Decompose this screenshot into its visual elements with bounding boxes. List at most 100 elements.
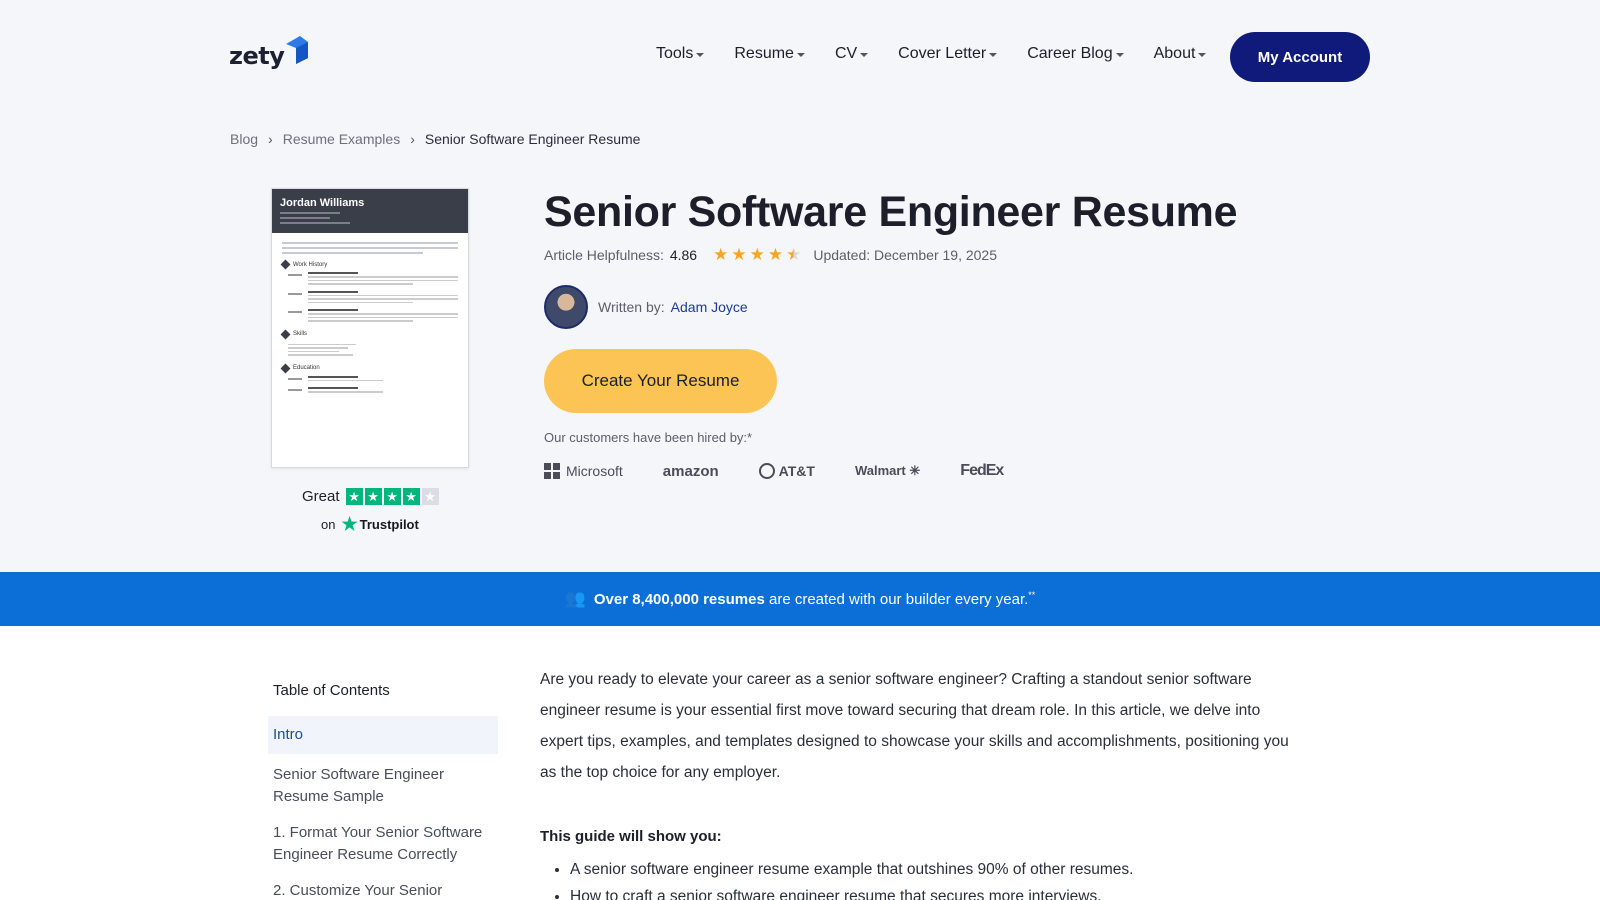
resume-preview-contact-line	[280, 212, 340, 214]
star-icon: ★	[383, 488, 401, 505]
nav-resume-label: Resume	[734, 45, 794, 62]
fedex-logo: FedEx	[960, 462, 1004, 479]
nav-about-label: About	[1153, 45, 1196, 62]
resume-preview-entry	[288, 375, 458, 384]
att-logo: AT&T	[758, 463, 815, 479]
att-label: AT&T	[778, 463, 815, 479]
half-star-icon: ★	[786, 245, 802, 264]
toc-item-format[interactable]: 1. Format Your Senior Software Engineer …	[268, 822, 498, 866]
helpfulness-label: Article Helpfulness:	[544, 246, 664, 263]
resume-preview-entry	[288, 309, 458, 324]
logo-text: zety	[229, 42, 285, 70]
diamond-icon	[280, 363, 291, 373]
chevron-right-icon: ›	[268, 131, 273, 147]
written-by-label: Written by:	[598, 299, 665, 315]
resume-preview-section-label: Work History	[293, 261, 328, 268]
guide-title: This guide will show you:	[540, 828, 722, 845]
amazon-logo: amazon	[662, 462, 719, 480]
intro-paragraph: Are you ready to elevate your career as …	[540, 671, 1289, 781]
diamond-icon	[280, 329, 291, 339]
resume-preview-entry	[288, 342, 458, 358]
banner-text: Over 8,400,000 resumes are created with …	[594, 590, 1035, 608]
guide-list-item: A senior software engineer resume exampl…	[570, 856, 1133, 883]
microsoft-logo: Microsoft	[544, 463, 623, 479]
nav-cover-letter-label: Cover Letter	[898, 45, 987, 62]
nav-cv-label: CV	[834, 45, 858, 62]
resume-preview-section-label: Education	[293, 365, 320, 371]
resume-preview-entry	[288, 387, 458, 395]
zety-logo[interactable]: zety	[229, 36, 309, 70]
att-globe-icon	[758, 463, 775, 479]
star-icon: ★	[749, 245, 765, 264]
resume-preview-section: Education	[280, 363, 458, 373]
star-icon: ★	[345, 488, 363, 505]
article-body: Table of Contents Intro Senior Software …	[0, 626, 1600, 900]
nav-tools[interactable]: Tools	[656, 45, 705, 63]
trustpilot-label: Great	[302, 488, 340, 505]
guide-list-item: How to craft a senior software engineer …	[570, 883, 1133, 900]
walmart-label: Walmart	[854, 463, 906, 478]
toc-item-customize[interactable]: 2. Customize Your Senior	[268, 880, 498, 900]
nav-career-blog-label: Career Blog	[1027, 45, 1113, 62]
chevron-down-icon	[989, 53, 998, 57]
logo-mark-icon	[286, 36, 309, 64]
nav-career-blog[interactable]: Career Blog	[1027, 45, 1124, 63]
resume-preview-text-line	[282, 247, 458, 249]
breadcrumb-current: Senior Software Engineer Resume	[424, 131, 641, 147]
chevron-down-icon	[860, 53, 869, 57]
helpfulness-score: 4.86	[669, 246, 698, 263]
star-icon: ★	[421, 488, 439, 505]
guide-list: A senior software engineer resume exampl…	[570, 856, 1133, 900]
toc-item-sample[interactable]: Senior Software Engineer Resume Sample	[268, 764, 498, 808]
author-link[interactable]: Adam Joyce	[671, 299, 748, 315]
diamond-icon	[280, 259, 291, 270]
employer-logos: Microsoft amazon AT&T Walmart ✳ FedEx	[544, 462, 1004, 480]
create-resume-button[interactable]: Create Your Resume	[544, 349, 777, 413]
star-icon: ★	[767, 245, 784, 264]
microsoft-icon	[544, 463, 560, 479]
my-account-button[interactable]: My Account	[1230, 32, 1370, 82]
updated-date: Updated: December 19, 2025	[813, 246, 998, 263]
article-helpfulness: Article Helpfulness: 4.86 ★ ★ ★ ★ ★ Upda…	[544, 246, 997, 263]
resume-preview-entry	[288, 272, 458, 287]
resume-preview-text-line	[282, 252, 423, 254]
stats-banner: 👥 Over 8,400,000 resumes are created wit…	[0, 572, 1600, 626]
resume-preview-image[interactable]: Jordan Williams Work History Skills Educ…	[271, 188, 469, 468]
trustpilot-on: on	[321, 516, 336, 532]
resume-preview-body: Work History Skills Education	[272, 233, 468, 401]
star-icon: ★	[402, 488, 420, 505]
rating-stars[interactable]: ★ ★ ★ ★ ★	[713, 246, 801, 263]
toc-title: Table of Contents	[273, 682, 390, 699]
star-icon: ★	[364, 488, 382, 505]
star-icon: ★	[731, 245, 747, 264]
trustpilot-logo[interactable]: ★ Trustpilot	[341, 515, 418, 533]
nav-about[interactable]: About	[1154, 45, 1207, 63]
resume-preview-header: Jordan Williams	[272, 189, 468, 233]
resume-preview-section-label: Skills	[293, 331, 308, 337]
walmart-spark-icon: ✳	[909, 463, 921, 478]
toc-item-intro[interactable]: Intro	[268, 716, 498, 754]
author-avatar[interactable]	[544, 285, 588, 329]
banner-sup: **	[1028, 590, 1036, 600]
users-icon: 👥	[564, 589, 586, 608]
nav-resume[interactable]: Resume	[734, 45, 805, 63]
trustpilot-brand: Trustpilot	[359, 516, 419, 532]
microsoft-label: Microsoft	[566, 463, 623, 479]
chevron-down-icon	[796, 53, 805, 57]
chevron-right-icon: ›	[410, 131, 415, 147]
page-title: Senior Software Engineer Resume	[544, 188, 1238, 236]
chevron-down-icon	[1115, 53, 1124, 57]
star-icon: ★	[713, 245, 729, 264]
nav-tools-label: Tools	[656, 45, 694, 62]
resume-preview-contact-line	[280, 222, 350, 224]
resume-preview-name: Jordan Williams	[280, 197, 365, 209]
author-byline: Written by: Adam Joyce	[544, 285, 748, 329]
main-nav: Tools Resume CV Cover Letter Career Blog…	[656, 45, 1236, 63]
nav-cv[interactable]: CV	[834, 45, 869, 63]
walmart-logo: Walmart ✳	[855, 463, 920, 479]
nav-cover-letter[interactable]: Cover Letter	[898, 45, 998, 63]
trustpilot-rating[interactable]: Great ★ ★ ★ ★ ★	[302, 488, 439, 505]
breadcrumb-blog[interactable]: Blog	[230, 131, 258, 147]
breadcrumb-resume-examples[interactable]: Resume Examples	[283, 131, 401, 147]
banner-rest: are created with our builder every year.	[768, 591, 1029, 608]
